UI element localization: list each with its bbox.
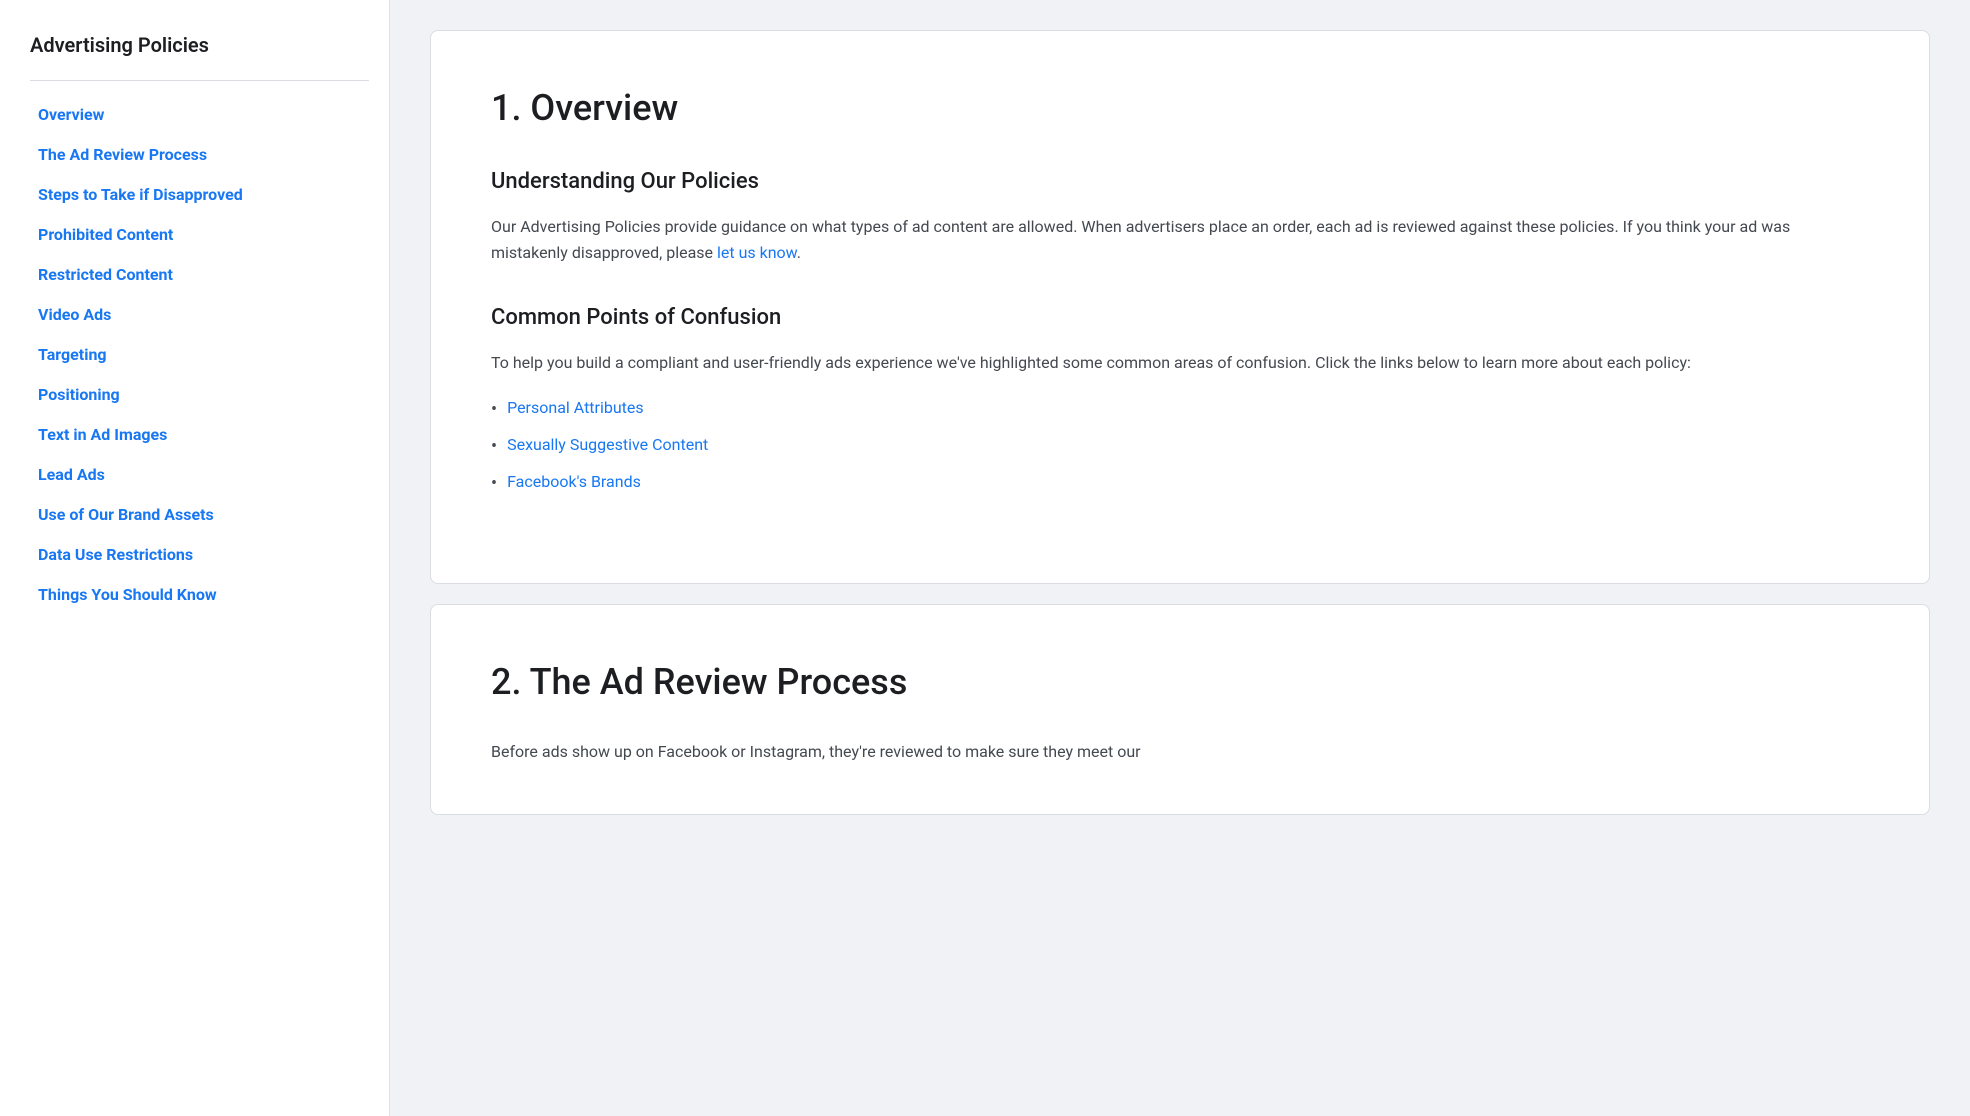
sidebar-item-video-ads: Video Ads: [30, 297, 369, 333]
understanding-policies-text: Our Advertising Policies provide guidanc…: [491, 214, 1869, 265]
sidebar-link-brand-assets[interactable]: Use of Our Brand Assets: [30, 497, 369, 533]
sidebar-item-restricted-content: Restricted Content: [30, 257, 369, 293]
sidebar-link-video-ads[interactable]: Video Ads: [30, 297, 369, 333]
common-points-section: Common Points of Confusion To help you b…: [491, 301, 1869, 497]
list-item: Facebook's Brands: [491, 470, 1869, 497]
sidebar-item-overview: Overview: [30, 97, 369, 133]
sidebar-title: Advertising Policies: [30, 30, 369, 60]
section-1-title: 1. Overview: [491, 81, 1869, 135]
list-item: Personal Attributes: [491, 396, 1869, 423]
sidebar: Advertising Policies Overview The Ad Revi…: [0, 0, 390, 1116]
subsection-2-title: Common Points of Confusion: [491, 301, 1869, 334]
sidebar-link-things-you-should-know[interactable]: Things You Should Know: [30, 577, 369, 613]
facebook-brands-link[interactable]: Facebook's Brands: [507, 470, 641, 494]
sidebar-item-steps-disapproved: Steps to Take if Disapproved: [30, 177, 369, 213]
section-2-card: 2. The Ad Review Process Before ads show…: [430, 604, 1930, 816]
sidebar-item-prohibited-content: Prohibited Content: [30, 217, 369, 253]
main-content: 1. Overview Understanding Our Policies O…: [390, 0, 1970, 1116]
sidebar-nav: Overview The Ad Review Process Steps to Ta…: [30, 97, 369, 613]
sidebar-item-positioning: Positioning: [30, 377, 369, 413]
section-2-title: 2. The Ad Review Process: [491, 655, 1869, 709]
bullet-list: Personal Attributes Sexually Suggestive …: [491, 396, 1869, 497]
sexually-suggestive-link[interactable]: Sexually Suggestive Content: [507, 433, 708, 457]
sidebar-divider: [30, 80, 369, 81]
sidebar-link-steps-disapproved[interactable]: Steps to Take if Disapproved: [30, 177, 369, 213]
sidebar-link-ad-review-process[interactable]: The Ad Review Process: [30, 137, 369, 173]
sidebar-item-text-in-ad-images: Text in Ad Images: [30, 417, 369, 453]
sidebar-link-restricted-content[interactable]: Restricted Content: [30, 257, 369, 293]
let-us-know-link[interactable]: let us know: [717, 243, 797, 262]
understanding-policies-section: Understanding Our Policies Our Advertisi…: [491, 165, 1869, 265]
text-part-1: Our Advertising Policies provide guidanc…: [491, 217, 1790, 262]
common-points-intro: To help you build a compliant and user-f…: [491, 350, 1869, 376]
sidebar-item-data-use-restrictions: Data Use Restrictions: [30, 537, 369, 573]
sidebar-item-things-you-should-know: Things You Should Know: [30, 577, 369, 613]
sidebar-link-positioning[interactable]: Positioning: [30, 377, 369, 413]
sidebar-link-prohibited-content[interactable]: Prohibited Content: [30, 217, 369, 253]
section-1-card: 1. Overview Understanding Our Policies O…: [430, 30, 1930, 584]
text-part-2: .: [797, 243, 801, 262]
sidebar-link-lead-ads[interactable]: Lead Ads: [30, 457, 369, 493]
personal-attributes-link[interactable]: Personal Attributes: [507, 396, 644, 420]
section-2-text: Before ads show up on Facebook or Instag…: [491, 739, 1869, 765]
sidebar-link-text-in-ad-images[interactable]: Text in Ad Images: [30, 417, 369, 453]
sidebar-link-overview[interactable]: Overview: [30, 97, 369, 133]
list-item: Sexually Suggestive Content: [491, 433, 1869, 460]
sidebar-link-data-use-restrictions[interactable]: Data Use Restrictions: [30, 537, 369, 573]
sidebar-link-targeting[interactable]: Targeting: [30, 337, 369, 373]
sidebar-item-targeting: Targeting: [30, 337, 369, 373]
sidebar-item-lead-ads: Lead Ads: [30, 457, 369, 493]
sidebar-item-brand-assets: Use of Our Brand Assets: [30, 497, 369, 533]
subsection-1-title: Understanding Our Policies: [491, 165, 1869, 198]
sidebar-item-ad-review-process: The Ad Review Process: [30, 137, 369, 173]
page-wrapper: Advertising Policies Overview The Ad Revi…: [0, 0, 1970, 1116]
